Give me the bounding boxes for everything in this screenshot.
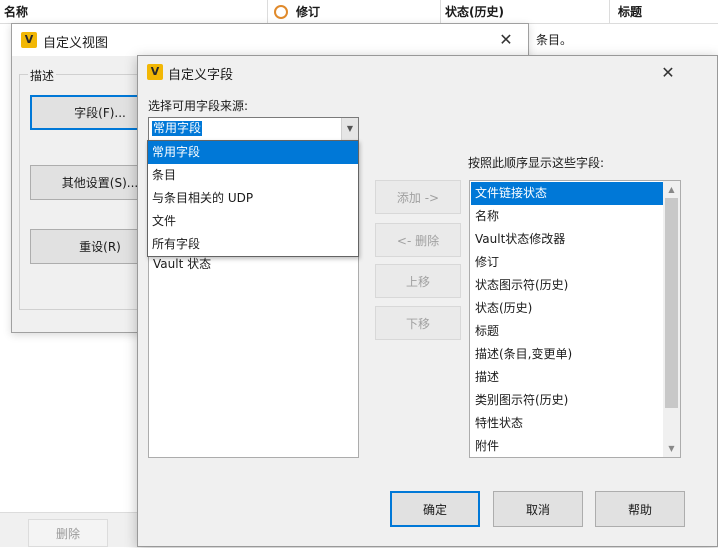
column-header-revision[interactable]: 修订	[268, 0, 441, 24]
custom-fields-titlebar: V 自定义字段 ✕	[138, 56, 717, 88]
vault-logo-icon: V	[21, 32, 37, 48]
dropdown-option[interactable]: 条目	[148, 164, 358, 187]
displayed-field-item[interactable]: 描述(条目,变更单)	[471, 343, 664, 366]
custom-fields-dialog: V 自定义字段 ✕ 选择可用字段来源: 常用字段 ▼ Vault 状态 添加 -…	[137, 55, 718, 547]
add-button[interactable]: 添加 ->	[375, 180, 461, 214]
displayed-field-item[interactable]: 状态(历史)	[471, 297, 664, 320]
displayed-field-item[interactable]: 修订	[471, 251, 664, 274]
scroll-down-arrow-icon[interactable]: ▼	[663, 440, 680, 457]
delete-button[interactable]: 删除	[28, 519, 108, 547]
available-fields-list[interactable]: Vault 状态	[148, 236, 359, 458]
displayed-fields-items: 文件链接状态 名称 Vault状态修改器 修订 状态图示符(历史) 状态(历史)…	[471, 182, 664, 457]
displayed-field-item[interactable]: 描述	[471, 366, 664, 389]
cancel-button[interactable]: 取消	[493, 491, 583, 527]
displayed-field-item[interactable]: 名称	[471, 205, 664, 228]
column-header-title[interactable]: 标题	[610, 0, 718, 24]
displayed-field-item[interactable]: 标题	[471, 320, 664, 343]
custom-view-title: 自定义视图	[43, 36, 109, 51]
dropdown-option[interactable]: 文件	[148, 210, 358, 233]
remove-button[interactable]: <- 删除	[375, 223, 461, 257]
custom-view-titlebar: V 自定义视图 ✕	[12, 24, 528, 56]
chevron-down-icon[interactable]: ▼	[341, 118, 358, 140]
vault-logo-icon: V	[147, 64, 163, 80]
close-icon[interactable]: ✕	[496, 30, 516, 50]
column-header-status-history[interactable]: 状态(历史)	[441, 0, 610, 24]
field-source-selected-value: 常用字段	[152, 121, 203, 136]
displayed-field-item[interactable]: 类别图示符(历史)	[471, 389, 664, 412]
displayed-field-item[interactable]: 状态图示符(历史)	[471, 274, 664, 297]
column-header-name[interactable]: 名称	[0, 0, 268, 24]
displayed-field-item[interactable]: 特性状态	[471, 412, 664, 435]
custom-fields-title: 自定义字段	[168, 68, 234, 83]
display-order-label: 按照此顺序显示这些字段:	[468, 156, 605, 170]
displayed-field-item[interactable]: 附件	[471, 435, 664, 457]
description-group-label: 描述	[28, 67, 57, 84]
field-source-select[interactable]: 常用字段 ▼	[148, 117, 359, 141]
displayed-field-item[interactable]: Vault状态修改器	[471, 228, 664, 251]
move-up-button[interactable]: 上移	[375, 264, 461, 298]
dropdown-option[interactable]: 所有字段	[148, 233, 358, 256]
dropdown-option[interactable]: 与条目相关的 UDP	[148, 187, 358, 210]
field-source-dropdown-list[interactable]: 常用字段 条目 与条目相关的 UDP 文件 所有字段	[147, 140, 359, 257]
source-label: 选择可用字段来源:	[148, 99, 249, 113]
column-header-revision-label: 修订	[296, 5, 321, 19]
dropdown-option[interactable]: 常用字段	[148, 141, 358, 164]
list-header: 名称 修订 状态(历史) 标题	[0, 0, 718, 24]
revision-icon	[274, 5, 288, 19]
move-down-button[interactable]: 下移	[375, 306, 461, 340]
list-row-text: 条目。	[536, 33, 573, 47]
scrollbar-thumb[interactable]	[665, 198, 678, 408]
displayed-fields-list[interactable]: 文件链接状态 名称 Vault状态修改器 修订 状态图示符(历史) 状态(历史)…	[469, 180, 681, 458]
help-button[interactable]: 帮助	[595, 491, 685, 527]
scroll-up-arrow-icon[interactable]: ▲	[663, 181, 680, 198]
ok-button[interactable]: 确定	[390, 491, 480, 527]
displayed-field-item[interactable]: 文件链接状态	[471, 182, 664, 205]
close-icon[interactable]: ✕	[658, 63, 678, 83]
vertical-scrollbar[interactable]: ▲ ▼	[663, 181, 680, 457]
